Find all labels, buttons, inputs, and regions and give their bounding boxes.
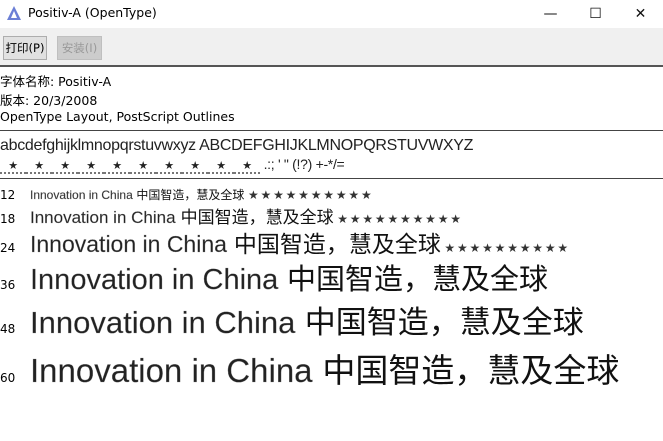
charset-letters: abcdefghijklmnopqrstuvwxyz ABCDEFGHIJKLM… (0, 137, 474, 154)
sample-row-36: 36 Innovation in China 中国智造，慧及全球 (0, 256, 663, 298)
size-label: 60 (0, 371, 16, 385)
sample-cjk: 中国智造，慧及全球 (136, 188, 245, 202)
size-label: 18 (0, 212, 16, 226)
digit-glyph: ★ (234, 160, 260, 174)
close-button[interactable]: ✕ (618, 0, 663, 28)
minimize-button[interactable]: — (528, 0, 573, 28)
sample-latin: Innovation in China (30, 264, 279, 296)
sample-latin: Innovation in China (30, 231, 227, 257)
toolbar: 打印(P) 安装(I) (0, 28, 663, 67)
sample-row-24: 24 Innovation in China 中国智造，慧及全球 ★★★★★★★… (0, 225, 663, 259)
sample-latin: Innovation in China (30, 352, 313, 389)
sample-row-60: 60 Innovation in China 中国智造，慧及全球 (0, 344, 663, 392)
sample-row-12: 12 Innovation in China 中国智造，慧及全球 ★★★★★★★… (0, 186, 663, 203)
sample-cjk: 中国智造，慧及全球 (304, 305, 584, 341)
font-version: 版本: 20/3/2008 (0, 93, 98, 108)
digit-glyph: ★ (26, 160, 52, 174)
sample-digits: ★★★★★★★★★★ (337, 212, 463, 226)
maximize-button[interactable]: ☐ (573, 0, 618, 28)
size-label: 48 (0, 322, 16, 336)
digit-glyph: ★ (182, 160, 208, 174)
size-label: 36 (0, 278, 16, 292)
sample-digits: ★★★★★★★★★★ (444, 241, 570, 255)
window-title: Positiv-A (OpenType) (28, 5, 157, 20)
install-button[interactable]: 安装(I) (57, 36, 102, 60)
font-name: 字体名称: Positiv-A (0, 74, 112, 89)
sample-latin: Innovation in China (30, 188, 133, 202)
font-outlines: OpenType Layout, PostScript Outlines (0, 109, 235, 124)
digit-glyph: ★ (130, 160, 156, 174)
sample-latin: Innovation in China (30, 305, 296, 340)
divider (0, 130, 663, 131)
size-label: 24 (0, 241, 16, 255)
sample-cjk: 中国智造，慧及全球 (233, 232, 441, 258)
digit-glyph: ★ (208, 160, 234, 174)
charset-digits-punct: ★ ★ ★ ★ ★ ★ ★ ★ ★ ★ .:; ' " (!?) +-*/= (0, 156, 345, 174)
divider (0, 178, 663, 179)
print-button[interactable]: 打印(P) (3, 36, 47, 60)
digit-glyph: ★ (52, 160, 78, 174)
sample-digits: ★★★★★★★★★★ (247, 188, 374, 202)
title-bar: Positiv-A (OpenType) — ☐ ✕ (0, 0, 663, 28)
sample-row-48: 48 Innovation in China 中国智造，慧及全球 (0, 297, 663, 342)
digit-glyph: ★ (156, 160, 182, 174)
sample-cjk: 中国智造，慧及全球 (322, 351, 620, 390)
size-label: 12 (0, 188, 16, 202)
digit-glyph: ★ (104, 160, 130, 174)
punctuation: .:; ' " (!?) +-*/= (263, 156, 345, 172)
digit-glyph: ★ (0, 160, 26, 174)
digit-glyph: ★ (78, 160, 104, 174)
font-app-icon (7, 6, 21, 20)
sample-cjk: 中国智造，慧及全球 (286, 262, 548, 296)
